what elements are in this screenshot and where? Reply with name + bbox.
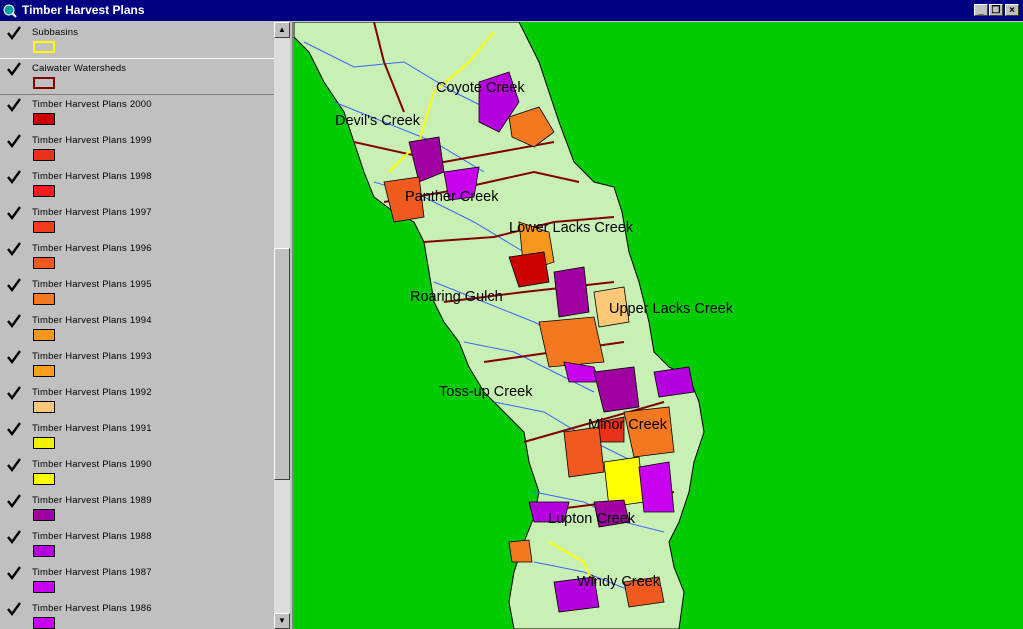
legend-item[interactable]: Timber Harvest Plans 1996 xyxy=(0,239,274,275)
legend-item[interactable]: Timber Harvest Plans 1989 xyxy=(0,491,274,527)
label-devils-creek: Devil's Creek xyxy=(335,113,421,129)
checkbox-checked-icon[interactable] xyxy=(6,422,22,436)
legend-swatch xyxy=(33,257,55,269)
legend-label: Timber Harvest Plans 1996 xyxy=(32,243,152,254)
label-roaring-gulch: Roaring Gulch xyxy=(410,289,503,305)
legend-item[interactable]: Timber Harvest Plans 1999 xyxy=(0,131,274,167)
checkbox-checked-icon[interactable] xyxy=(6,98,22,112)
map-canvas[interactable]: Coyote Creek Devil's Creek Panther Creek… xyxy=(294,22,1023,629)
legend-swatch xyxy=(33,113,55,125)
checkbox-checked-icon[interactable] xyxy=(6,566,22,580)
checkbox-checked-icon[interactable] xyxy=(6,386,22,400)
legend-item[interactable]: Timber Harvest Plans 1988 xyxy=(0,527,274,563)
label-panther-creek: Panther Creek xyxy=(405,189,499,205)
legend-label: Timber Harvest Plans 1990 xyxy=(32,459,152,470)
legend-label: Timber Harvest Plans 1987 xyxy=(32,567,152,578)
label-windy-creek: Windy Creek xyxy=(577,574,661,590)
legend-label: Timber Harvest Plans 1989 xyxy=(32,495,152,506)
legend-swatch xyxy=(33,545,55,557)
checkbox-checked-icon[interactable] xyxy=(6,458,22,472)
legend-label: Timber Harvest Plans 1986 xyxy=(32,603,152,614)
checkbox-checked-icon[interactable] xyxy=(6,278,22,292)
legend-swatch xyxy=(33,185,55,197)
legend-label: Subbasins xyxy=(32,27,79,38)
minimize-button[interactable]: _ xyxy=(974,4,988,16)
legend-label: Timber Harvest Plans 1988 xyxy=(32,531,152,542)
legend-label: Timber Harvest Plans 1993 xyxy=(32,351,152,362)
label-coyote-creek: Coyote Creek xyxy=(436,80,525,96)
legend-swatch xyxy=(33,221,55,233)
legend-swatch xyxy=(33,581,55,593)
checkbox-checked-icon[interactable] xyxy=(6,602,22,616)
legend-label: Timber Harvest Plans 1991 xyxy=(32,423,152,434)
checkbox-checked-icon[interactable] xyxy=(6,62,22,76)
legend-swatch xyxy=(33,617,55,629)
legend-item[interactable]: Timber Harvest Plans 1987 xyxy=(0,563,274,599)
legend-swatch xyxy=(33,41,55,53)
scroll-up-button[interactable]: ▲ xyxy=(274,22,290,38)
legend-swatch xyxy=(33,329,55,341)
legend-swatch xyxy=(33,293,55,305)
label-lupton-creek: Lupton Creek xyxy=(548,511,636,527)
legend-label: Timber Harvest Plans 1995 xyxy=(32,279,152,290)
title-bar: Timber Harvest Plans _ ❐ × xyxy=(0,0,1023,21)
legend-item[interactable]: Timber Harvest Plans 1993 xyxy=(0,347,274,383)
legend-label: Timber Harvest Plans 1998 xyxy=(32,171,152,182)
restore-button[interactable]: ❐ xyxy=(989,4,1003,16)
legend-panel: Subbasins Calwater Watersheds Timber Harve… xyxy=(0,22,274,629)
legend-item[interactable]: Timber Harvest Plans 1991 xyxy=(0,419,274,455)
legend-item[interactable]: Timber Harvest Plans 2000 xyxy=(0,95,274,131)
label-minor-creek: Minor Creek xyxy=(588,417,668,433)
checkbox-checked-icon[interactable] xyxy=(6,134,22,148)
window-title: Timber Harvest Plans xyxy=(22,3,145,17)
legend-swatch xyxy=(33,509,55,521)
legend-label: Timber Harvest Plans 2000 xyxy=(32,99,152,110)
legend-swatch xyxy=(33,149,55,161)
legend-label: Timber Harvest Plans 1992 xyxy=(32,387,152,398)
legend-swatch xyxy=(33,437,55,449)
legend-swatch xyxy=(33,77,55,89)
legend-swatch xyxy=(33,365,55,377)
checkbox-checked-icon[interactable] xyxy=(6,170,22,184)
legend-item[interactable]: Timber Harvest Plans 1986 xyxy=(0,599,274,629)
legend-item[interactable]: Timber Harvest Plans 1997 xyxy=(0,203,274,239)
legend-item[interactable]: Timber Harvest Plans 1992 xyxy=(0,383,274,419)
legend-scrollbar[interactable]: ▲ ▼ xyxy=(274,22,290,629)
close-button[interactable]: × xyxy=(1005,4,1019,16)
globe-icon xyxy=(3,4,17,18)
legend-swatch xyxy=(33,401,55,413)
checkbox-checked-icon[interactable] xyxy=(6,26,22,40)
map-view[interactable]: Coyote Creek Devil's Creek Panther Creek… xyxy=(292,22,1023,629)
label-toss-up-creek: Toss-up Creek xyxy=(439,384,533,400)
scroll-thumb[interactable] xyxy=(274,248,290,480)
legend-label: Calwater Watersheds xyxy=(32,63,127,74)
legend-item[interactable]: Timber Harvest Plans 1998 xyxy=(0,167,274,203)
checkbox-checked-icon[interactable] xyxy=(6,350,22,364)
checkbox-checked-icon[interactable] xyxy=(6,494,22,508)
checkbox-checked-icon[interactable] xyxy=(6,206,22,220)
checkbox-checked-icon[interactable] xyxy=(6,314,22,328)
label-upper-lacks-creek: Upper Lacks Creek xyxy=(609,301,734,317)
legend-item[interactable]: Timber Harvest Plans 1994 xyxy=(0,311,274,347)
legend-label: Timber Harvest Plans 1997 xyxy=(32,207,152,218)
checkbox-checked-icon[interactable] xyxy=(6,242,22,256)
checkbox-checked-icon[interactable] xyxy=(6,530,22,544)
legend-item[interactable]: Timber Harvest Plans 1990 xyxy=(0,455,274,491)
scroll-down-button[interactable]: ▼ xyxy=(274,613,290,629)
legend-label: Timber Harvest Plans 1994 xyxy=(32,315,152,326)
legend-item[interactable]: Subbasins xyxy=(0,23,274,59)
legend-swatch xyxy=(33,473,55,485)
legend-item[interactable]: Timber Harvest Plans 1995 xyxy=(0,275,274,311)
legend-label: Timber Harvest Plans 1999 xyxy=(32,135,152,146)
label-lower-lacks-creek: Lower Lacks Creek xyxy=(509,220,634,236)
legend-item[interactable]: Calwater Watersheds xyxy=(0,59,274,95)
